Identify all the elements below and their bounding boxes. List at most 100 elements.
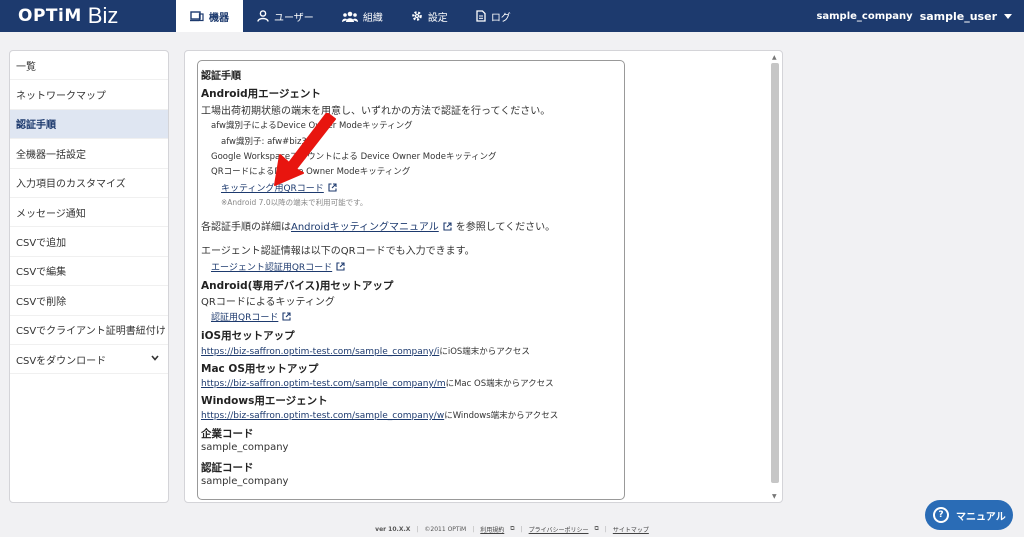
chevron-down-icon [151, 355, 159, 361]
mac-setup-title: Mac OS用セットアップ [201, 363, 319, 375]
log-icon [476, 10, 486, 22]
ios-setup-row: https://biz-saffron.optim-test.com/sampl… [201, 344, 530, 357]
agent-auth-qr-link[interactable]: エージェント認証用QRコード [211, 260, 345, 273]
windows-agent-title: Windows用エージェント [201, 395, 328, 407]
sidebar-item-csv-client-cert[interactable]: CSVでクライアント証明書紐付け [10, 316, 168, 345]
external-link-icon [336, 262, 345, 271]
sidebar-item-label: メッセージ通知 [16, 208, 86, 220]
scroll-up-icon[interactable]: ▲ [772, 54, 777, 61]
ios-setup-suffix: にiOS端末からアクセス [439, 347, 530, 357]
manual-sentence-pre: 各認証手順の詳細は [201, 222, 291, 233]
account-menu[interactable]: sample_company sample_user [816, 0, 1012, 32]
sidebar-item-csv-add[interactable]: CSVで追加 [10, 227, 168, 257]
auth-qr-link-label: 認証用QRコード [211, 313, 279, 323]
external-link-icon: ⧉ [510, 525, 515, 532]
mac-setup-row: https://biz-saffron.optim-test.com/sampl… [201, 376, 554, 389]
windows-agent-suffix: にWindows端末からアクセス [444, 411, 559, 421]
nav-settings-label: 設定 [427, 12, 448, 24]
auth-code-title: 認証コード [201, 462, 254, 474]
gear-icon [412, 11, 422, 21]
windows-agent-row: https://biz-saffron.optim-test.com/sampl… [201, 408, 558, 421]
nav-users[interactable]: ユーザー [243, 0, 328, 32]
nav-users-label: ユーザー [274, 12, 314, 24]
manual-sentence: 各認証手順の詳細はAndroidキッティングマニュアル を参照してください。 [201, 218, 555, 233]
footer-version: ver 10.X.X [375, 525, 411, 533]
company-name: sample_company [816, 10, 913, 22]
main-nav: 機器 ユーザー 組織 設定 ログ [176, 0, 525, 32]
external-link-icon [282, 312, 291, 321]
company-code-value: sample_company [201, 442, 289, 453]
company-code-title: 企業コード [201, 428, 254, 440]
nav-organization[interactable]: 組織 [328, 0, 397, 32]
footer-copyright: ©2011 OPTiM [424, 525, 467, 533]
sidebar-item-label: CSVをダウンロード [16, 355, 107, 367]
external-link-icon [443, 222, 452, 231]
nav-organization-label: 組織 [362, 12, 383, 24]
caret-down-icon [1004, 13, 1012, 19]
sidebar-item-message-notification[interactable]: メッセージ通知 [10, 198, 168, 228]
sidebar-item-label: ネットワークマップ [16, 91, 106, 103]
ios-setup-url[interactable]: https://biz-saffron.optim-test.com/sampl… [201, 347, 439, 357]
footer-terms-link[interactable]: 利用規約 [480, 525, 504, 534]
footer: ver 10.X.X | ©2011 OPTiM | 利用規約 ⧉ | プライバシ… [375, 525, 649, 534]
dedicated-device-desc: QRコードによるキッティング [201, 297, 335, 308]
mac-setup-url[interactable]: https://biz-saffron.optim-test.com/sampl… [201, 379, 446, 389]
content-panel: 認証手順 Android用エージェント 工場出荷初期状態の端末を用意し、いずれか… [184, 50, 783, 503]
panel-scrollbar[interactable]: ▲ ▼ [771, 54, 779, 500]
user-icon [257, 10, 269, 22]
sidebar-item-network-map[interactable]: ネットワークマップ [10, 80, 168, 110]
optim-biz-logo[interactable]: OPTiM Biz [18, 3, 119, 28]
sidebar-item-label: CSVで追加 [16, 238, 67, 250]
logo-biz: Biz [87, 3, 119, 28]
sidebar-item-csv-download[interactable]: CSVをダウンロード [10, 345, 168, 375]
sidebar-item-label: 一覧 [16, 61, 36, 73]
windows-agent-url[interactable]: https://biz-saffron.optim-test.com/sampl… [201, 411, 444, 421]
sidebar-item-label: CSVで編集 [16, 267, 67, 279]
nav-log[interactable]: ログ [462, 0, 525, 32]
android-agent-desc: 工場出荷初期状態の端末を用意し、いずれかの方法で認証を行ってください。 [201, 106, 551, 117]
device-icon [190, 10, 204, 21]
agent-qr-desc: エージェント認証情報は以下のQRコードでも入力できます。 [201, 246, 475, 257]
scroll-down-icon[interactable]: ▼ [772, 493, 777, 500]
sidebar-item-csv-delete[interactable]: CSVで削除 [10, 286, 168, 316]
sidebar-item-auth-procedure[interactable]: 認証手順 [10, 109, 168, 140]
android-version-note: ※Android 7.0以降の端末で利用可能です。 [221, 198, 368, 207]
google-workspace-method: Google Workspaceアカウントによる Device Owner Mo… [211, 152, 497, 162]
sidebar-item-list[interactable]: 一覧 [10, 51, 168, 81]
scroll-thumb[interactable] [771, 63, 779, 483]
sidebar-item-label: 全機器一括設定 [16, 149, 86, 161]
manual-sentence-post: を参照してください。 [455, 222, 556, 233]
sidebar-menu: 一覧 ネットワークマップ 認証手順 全機器一括設定 入力項目のカスタマイズ メッ… [9, 50, 169, 503]
auth-code-value: sample_company [201, 476, 289, 487]
agent-auth-qr-link-label: エージェント認証用QRコード [211, 263, 333, 273]
sidebar-item-bulk-settings[interactable]: 全機器一括設定 [10, 139, 168, 169]
question-icon: ? [933, 507, 949, 523]
footer-privacy-link[interactable]: プライバシーポリシー [529, 525, 589, 534]
sidebar-item-label: CSVで削除 [16, 296, 67, 308]
red-arrow-annotation [274, 113, 336, 186]
manual-button-label: マニュアル [956, 511, 1006, 523]
dedicated-device-title: Android(専用デバイス)用セットアップ [201, 280, 394, 292]
nav-settings[interactable]: 設定 [397, 0, 462, 32]
android-agent-title: Android用エージェント [201, 88, 321, 100]
nav-log-label: ログ [490, 12, 511, 24]
sidebar-item-customize-fields[interactable]: 入力項目のカスタマイズ [10, 169, 168, 198]
android-kitting-manual-link[interactable]: Androidキッティングマニュアル [291, 222, 439, 233]
nav-devices[interactable]: 機器 [176, 0, 243, 32]
user-name: sample_user [919, 9, 997, 23]
top-navigation-bar: OPTiM Biz 機器 ユーザー 組織 設定 ログ sample_compan… [0, 0, 1024, 32]
auth-qr-link[interactable]: 認証用QRコード [211, 310, 291, 323]
sidebar-item-csv-edit[interactable]: CSVで編集 [10, 257, 168, 287]
sidebar-item-label: CSVでクライアント証明書紐付け [16, 326, 166, 338]
mac-setup-suffix: にMac OS端末からアクセス [445, 379, 554, 389]
sidebar-item-label: 入力項目のカスタマイズ [16, 179, 126, 191]
external-link-icon: ⧉ [594, 525, 599, 532]
ios-setup-title: iOS用セットアップ [201, 330, 295, 342]
card-title: 認証手順 [201, 71, 241, 82]
manual-button[interactable]: ? マニュアル [925, 500, 1013, 530]
nav-devices-label: 機器 [209, 12, 229, 24]
sidebar-item-label: 認証手順 [16, 120, 56, 132]
organization-icon [341, 11, 358, 22]
footer-sitemap-link[interactable]: サイトマップ [613, 525, 649, 534]
logo-optim: OPTiM [18, 6, 82, 26]
